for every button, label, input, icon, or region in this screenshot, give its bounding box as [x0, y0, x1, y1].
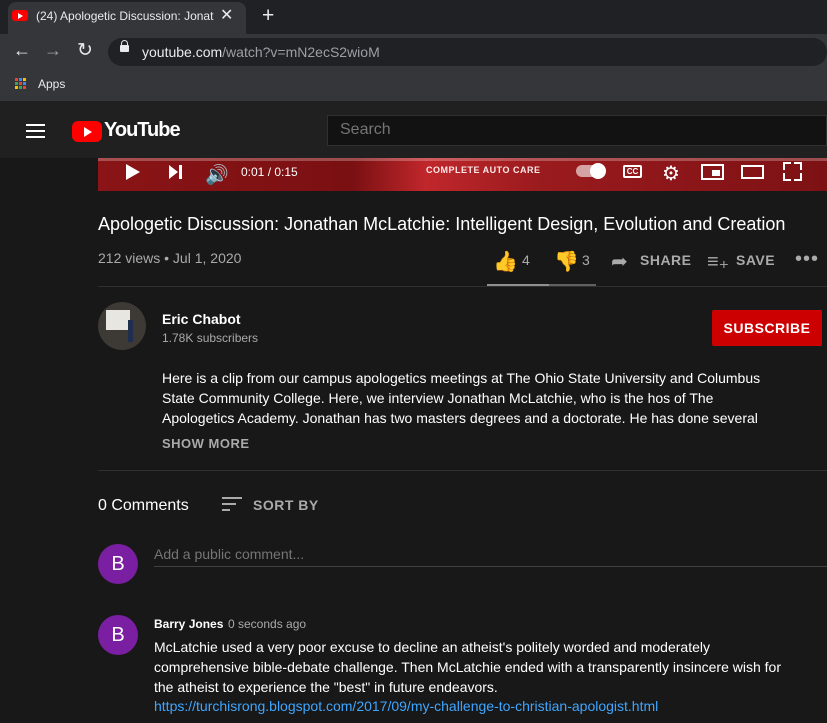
- view-count-date: 212 views • Jul 1, 2020: [98, 250, 242, 266]
- miniplayer-icon[interactable]: [701, 164, 724, 180]
- divider: [98, 470, 827, 471]
- video-title: Apologetic Discussion: Jonathan McLatchi…: [98, 214, 786, 234]
- close-icon[interactable]: ✕: [220, 5, 233, 25]
- user-avatar: B: [98, 544, 138, 584]
- thumbs-down-icon: 👎: [554, 251, 579, 273]
- youtube-favicon: [12, 10, 28, 21]
- share-icon: ➦: [611, 251, 628, 273]
- comment-text: McLatchie used a very poor excuse to dec…: [154, 639, 781, 695]
- fullscreen-icon[interactable]: [783, 162, 802, 181]
- theater-icon[interactable]: [741, 165, 764, 179]
- apps-icon[interactable]: [15, 78, 27, 90]
- url-host: youtube.com: [142, 44, 223, 60]
- bookmarks-bar: [0, 70, 827, 102]
- time-display: 0:01 / 0:15: [241, 165, 298, 179]
- comment-author[interactable]: Barry Jones: [154, 617, 223, 631]
- comment-link[interactable]: https://turchisrong.blogspot.com/2017/09…: [154, 698, 658, 714]
- youtube-wordmark[interactable]: YouTube: [104, 119, 181, 142]
- dislike-button[interactable]: 👎: [554, 249, 579, 274]
- more-icon[interactable]: •••: [795, 248, 819, 271]
- comment-input-underline: [154, 566, 827, 567]
- next-icon[interactable]: [169, 165, 183, 179]
- tab-title: (24) Apologetic Discussion: Jonat: [36, 9, 214, 23]
- volume-icon[interactable]: 🔊: [205, 163, 229, 187]
- sort-icon[interactable]: [222, 497, 242, 515]
- url-text[interactable]: youtube.com/watch?v=mN2ecS2wioM: [142, 44, 380, 60]
- share-label[interactable]: SHARE: [640, 252, 692, 268]
- save-label[interactable]: SAVE: [736, 252, 775, 268]
- channel-avatar[interactable]: [98, 302, 146, 350]
- settings-icon[interactable]: ⚙: [662, 161, 680, 186]
- like-count: 4: [522, 252, 530, 268]
- menu-icon[interactable]: [26, 124, 45, 142]
- commenter-avatar[interactable]: B: [98, 615, 138, 655]
- autoplay-toggle[interactable]: [576, 163, 606, 179]
- dislike-count: 3: [582, 252, 590, 268]
- show-more-button[interactable]: SHOW MORE: [162, 436, 250, 451]
- comments-count: 0 Comments: [98, 497, 189, 514]
- cc-icon[interactable]: CC: [623, 165, 642, 178]
- comment-timestamp[interactable]: 0 seconds ago: [228, 617, 306, 631]
- divider: [98, 286, 827, 287]
- forward-icon[interactable]: →: [44, 40, 62, 61]
- video-description: Here is a clip from our campus apologeti…: [162, 370, 761, 426]
- share-button[interactable]: ➦: [611, 249, 628, 274]
- progress-bar[interactable]: [98, 158, 827, 161]
- channel-name[interactable]: Eric Chabot: [162, 311, 241, 327]
- subscriber-count: 1.78K subscribers: [162, 331, 259, 345]
- plus-icon[interactable]: +: [262, 4, 274, 28]
- youtube-logo[interactable]: [72, 121, 102, 142]
- back-icon[interactable]: ←: [13, 40, 31, 61]
- playlist-add-icon[interactable]: ≡₊: [707, 249, 729, 274]
- comment-input[interactable]: [154, 546, 827, 562]
- apps-bookmark[interactable]: Apps: [38, 77, 65, 91]
- lock-icon[interactable]: [120, 40, 129, 52]
- thumbs-up-icon: 👍: [493, 251, 518, 273]
- sort-by-button[interactable]: SORT BY: [253, 497, 319, 513]
- url-path: /watch?v=mN2ecS2wioM: [222, 44, 380, 60]
- subscribe-button[interactable]: SUBSCRIBE: [712, 310, 822, 346]
- reload-icon[interactable]: ↻: [77, 39, 93, 62]
- search-input[interactable]: [340, 121, 740, 139]
- video-frame-text: COMPLETE AUTO CARE: [426, 165, 541, 175]
- like-button[interactable]: 👍: [493, 249, 518, 274]
- play-icon[interactable]: [126, 164, 140, 180]
